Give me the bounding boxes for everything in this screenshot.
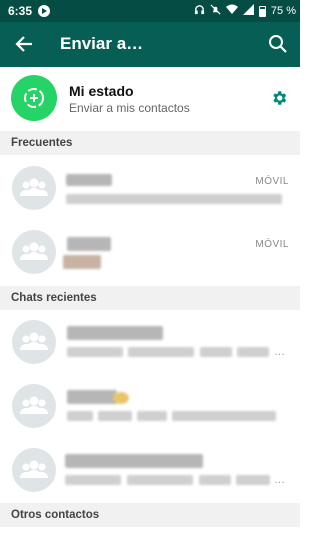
avatar	[12, 230, 56, 274]
chat-members-redacted	[172, 411, 276, 421]
chat-members-redacted	[65, 475, 121, 485]
my-status-title: Mi estado	[69, 83, 134, 99]
contact-number-redacted	[66, 194, 282, 204]
battery-level: 75 %	[270, 5, 296, 17]
group-avatar-icon	[20, 332, 48, 350]
chat-members-redacted	[128, 347, 194, 357]
section-frequent: Frecuentes	[0, 131, 300, 155]
chat-members-redacted	[137, 411, 167, 421]
chat-members-redacted	[199, 475, 231, 485]
status-add-icon	[24, 88, 44, 108]
ellipsis: …	[274, 474, 285, 486]
system-icons: 75 %	[194, 4, 296, 18]
chat-members-redacted	[236, 475, 270, 485]
my-status-subtitle: Enviar a mis contactos	[69, 101, 190, 115]
clock: 6:35	[8, 4, 33, 18]
contact-name-redacted	[67, 237, 111, 251]
app-bar: Enviar a…	[0, 22, 300, 67]
group-avatar-icon	[20, 242, 48, 260]
chat-members-redacted	[200, 347, 232, 357]
chat-row-recent-3[interactable]: …	[0, 438, 300, 502]
ellipsis: …	[274, 346, 285, 358]
contact-number-redacted	[63, 255, 101, 269]
contact-name-redacted	[66, 174, 112, 186]
status-avatar	[11, 75, 57, 121]
emoji-redacted	[113, 392, 129, 404]
mute-bell-icon	[210, 4, 221, 18]
avatar	[12, 448, 56, 492]
signal-icon	[242, 4, 254, 18]
page-title: Enviar a…	[60, 34, 144, 53]
my-status-row[interactable]: Mi estado Enviar a mis contactos	[0, 67, 300, 131]
settings-gear-icon[interactable]	[270, 89, 288, 107]
chat-members-redacted	[127, 475, 193, 485]
group-avatar-icon	[20, 460, 48, 478]
avatar	[12, 166, 56, 210]
chat-members-redacted	[98, 411, 132, 421]
back-arrow-icon[interactable]	[14, 33, 34, 55]
group-avatar-icon	[20, 178, 48, 196]
contact-row-frequent-2[interactable]: MÓVIL	[0, 221, 300, 287]
contact-row-frequent-1[interactable]: MÓVIL	[0, 155, 300, 221]
chat-members-redacted	[67, 411, 93, 421]
system-status-bar: 6:35 75 %	[0, 0, 300, 22]
contact-type-tag: MÓVIL	[255, 239, 289, 250]
chat-row-recent-1[interactable]: …	[0, 310, 300, 374]
avatar	[12, 384, 56, 428]
chat-name-redacted	[67, 326, 163, 340]
search-icon[interactable]	[268, 34, 288, 54]
group-avatar-icon	[20, 396, 48, 414]
wifi-icon	[225, 4, 238, 18]
contact-type-tag: MÓVIL	[255, 176, 289, 187]
headphones-icon	[194, 4, 205, 18]
chat-members-redacted	[67, 347, 123, 357]
section-other-contacts: Otros contactos	[0, 503, 300, 527]
avatar	[12, 320, 56, 364]
play-icon	[38, 5, 50, 17]
chat-members-redacted	[237, 347, 269, 357]
chat-row-recent-2[interactable]	[0, 374, 300, 438]
chat-name-redacted	[65, 454, 203, 468]
section-recent-chats: Chats recientes	[0, 286, 300, 310]
battery-icon	[258, 5, 266, 17]
chat-name-redacted	[67, 390, 117, 404]
